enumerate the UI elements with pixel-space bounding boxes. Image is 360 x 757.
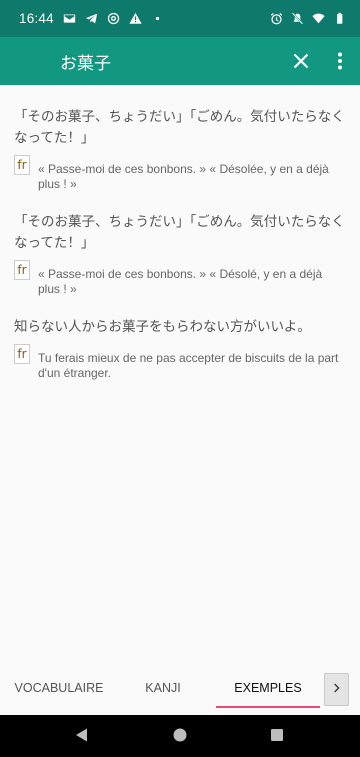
example-item[interactable]: 「そのお菓子、ちょうだい」「ごめん。気付いたらなくなってた！」 fr « Pas… [14, 212, 346, 297]
page-title: お菓子 [60, 53, 111, 74]
example-translation: Tu ferais mieux de ne pas accepter de bi… [38, 351, 339, 380]
recents-icon[interactable] [269, 727, 285, 747]
translation-row: fr Tu ferais mieux de ne pas accepter de… [14, 344, 346, 381]
telegram-icon [85, 12, 98, 25]
example-item[interactable]: 知らない人からお菓子をもらわない方がいいよ。 fr Tu ferais mieu… [14, 317, 346, 381]
navigation-bar [0, 715, 360, 757]
examples-list: 「そのお菓子、ちょうだい」「ごめん。気付いたらなくなってた！」 fr « Pas… [0, 85, 360, 381]
example-japanese: 知らない人からお菓子をもらわない方がいいよ。 [14, 319, 311, 335]
warning-icon [129, 12, 142, 25]
battery-icon [333, 12, 346, 25]
notification-icons [63, 12, 164, 25]
wifi-icon [312, 12, 325, 25]
example-translation: « Passe-moi de ces bonbons. » « Désolé, … [38, 267, 323, 296]
example-japanese: 「そのお菓子、ちょうだい」「ごめん。気付いたらなくなってた！」 [14, 214, 345, 251]
language-badge: fr [14, 344, 30, 364]
tab-vocabulaire[interactable]: VOCABULAIRE [0, 665, 118, 711]
app-bar: お菓子 .more svg circle{fill:#fff} [0, 37, 360, 85]
close-icon[interactable] [289, 49, 313, 73]
tab-kanji[interactable]: KANJI [110, 665, 216, 711]
at-icon [107, 12, 120, 25]
translation-row: fr « Passe-moi de ces bonbons. » « Désol… [14, 260, 346, 297]
mute-icon [291, 12, 304, 25]
example-translation: « Passe-moi de ces bonbons. » « Désolée,… [38, 162, 329, 191]
tab-exemples[interactable]: EXEMPLES [216, 665, 320, 711]
chevron-right-icon [333, 680, 341, 699]
status-time: 16:44 [19, 11, 54, 26]
more-vert-icon[interactable]: .more svg circle{fill:#fff} [330, 49, 350, 73]
example-japanese: 「そのお菓子、ちょうだい」「ごめん。気付いたらなくなってた！」 [14, 109, 345, 146]
back-icon[interactable] [74, 727, 90, 747]
example-item[interactable]: 「そのお菓子、ちょうだい」「ごめん。気付いたらなくなってた！」 fr « Pas… [14, 107, 346, 192]
system-icons [270, 12, 346, 25]
status-bar: 16:44 [0, 0, 360, 37]
dot-icon [151, 12, 164, 25]
bottom-tab-bar: VOCABULAIRE KANJI EXEMPLES [0, 665, 360, 715]
language-badge: fr [14, 155, 30, 175]
translation-row: fr « Passe-moi de ces bonbons. » « Désol… [14, 155, 346, 192]
tab-scroll-button[interactable] [324, 673, 349, 706]
language-badge: fr [14, 260, 30, 280]
mail-icon [63, 12, 76, 25]
home-icon[interactable] [172, 727, 188, 747]
tab-indicator [216, 706, 320, 708]
alarm-icon [270, 12, 283, 25]
